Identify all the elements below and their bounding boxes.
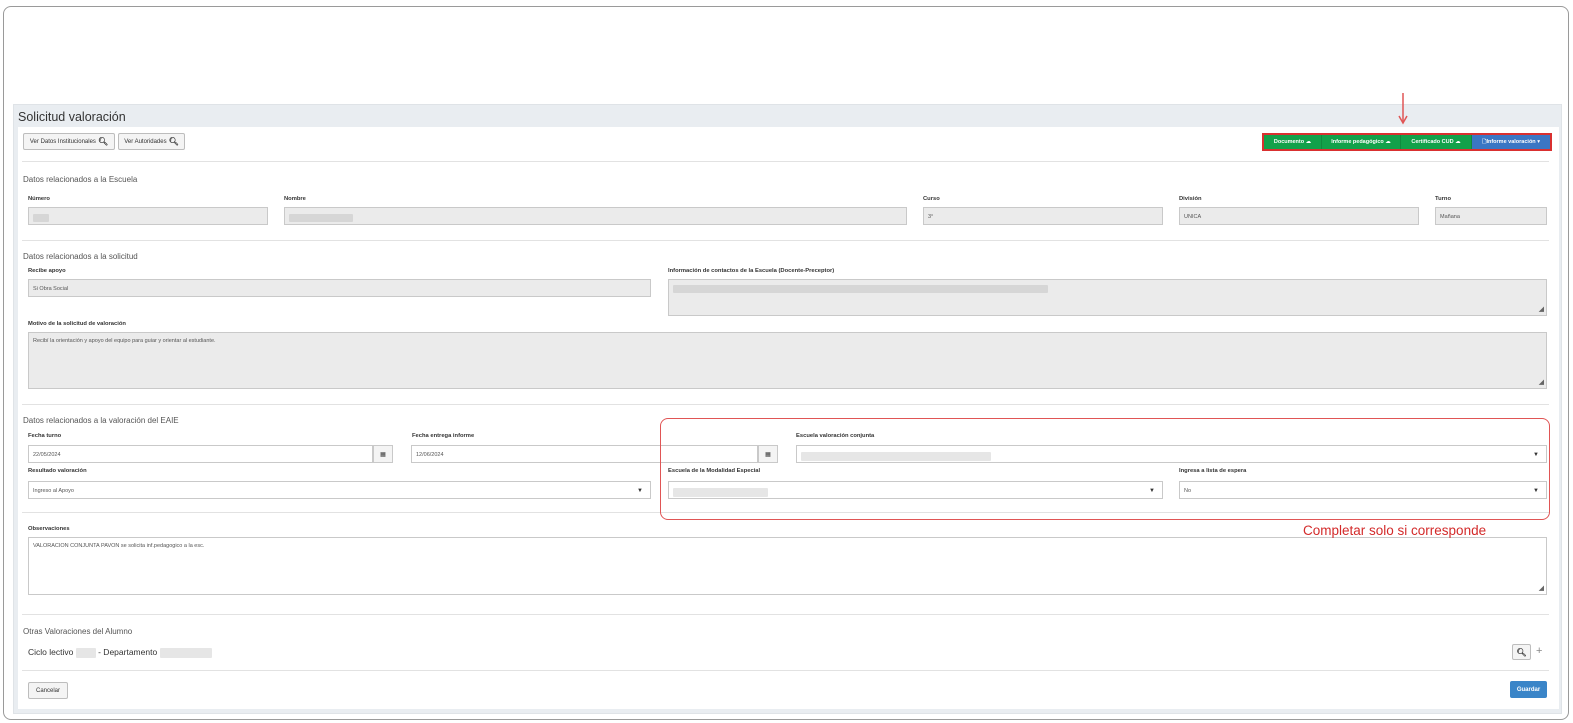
nombre-label: Nombre: [284, 196, 306, 202]
recibe-apoyo-label: Recibe apoyo: [28, 268, 66, 274]
curso-label: Curso: [923, 196, 940, 202]
divider: [22, 670, 1549, 671]
observaciones-textarea[interactable]: VALORACION CONJUNTA PAVON se solicita in…: [28, 537, 1547, 595]
cancelar-button[interactable]: Cancelar: [28, 682, 68, 699]
section-title-otras: Otras Valoraciones del Alumno: [23, 627, 133, 636]
numero-field[interactable]: [28, 207, 268, 225]
observaciones-label: Observaciones: [28, 526, 70, 532]
turno-field[interactable]: Mañana: [1435, 207, 1547, 225]
recibe-apoyo-field[interactable]: Si Obra Social: [28, 279, 651, 297]
section-title-escuela: Datos relacionados a la Escuela: [23, 175, 138, 184]
motivo-label: Motivo de la solicitud de valoración: [28, 321, 126, 327]
division-field[interactable]: UNICA: [1179, 207, 1419, 225]
cloud-upload-icon: ☁: [1455, 139, 1461, 145]
resultado-label: Resultado valoración: [28, 468, 87, 474]
annotation-text: Completar solo si corresponde: [1303, 523, 1487, 538]
down-arrow-annotation-icon: [1398, 93, 1408, 125]
ver-autoridades-button[interactable]: Ver Autoridades 🔍︎: [118, 133, 185, 150]
guardar-button[interactable]: Guardar: [1510, 681, 1547, 698]
fecha-entrega-label: Fecha entrega informe: [412, 433, 475, 439]
fecha-turno-label: Fecha turno: [28, 433, 62, 439]
redacted-value: [289, 214, 353, 222]
informacion-contactos-label: Información de contactos de la Escuela (…: [668, 268, 835, 274]
search-button[interactable]: 🔍︎: [1512, 644, 1531, 660]
cloud-upload-icon: ☁: [1385, 139, 1391, 145]
numero-label: Número: [28, 196, 50, 202]
search-icon: 🔍︎: [97, 137, 109, 146]
calendar-icon[interactable]: ▦: [373, 445, 393, 463]
expand-plus-icon[interactable]: +: [1536, 645, 1542, 657]
resize-handle-icon[interactable]: ◢: [1539, 585, 1544, 592]
resultado-select[interactable]: Ingreso al Apoyo ▼: [28, 481, 651, 499]
caret-down-icon: ▼: [637, 488, 643, 494]
resize-handle-icon[interactable]: ◢: [1539, 306, 1544, 313]
curso-field[interactable]: 3°: [923, 207, 1163, 225]
resultado-value: Ingreso al Apoyo: [33, 488, 74, 494]
divider: [22, 161, 1549, 162]
divider: [22, 404, 1549, 405]
redacted-value: [159, 647, 212, 658]
certificado-cud-label: Certificado CUD: [1411, 139, 1454, 145]
turno-label: Turno: [1435, 196, 1451, 202]
ciclo-lectivo-row: Ciclo lectivo - Departamento: [28, 647, 212, 658]
resize-handle-icon[interactable]: ◢: [1539, 379, 1544, 386]
redacted-value: [75, 647, 96, 658]
divider: [22, 614, 1549, 615]
observaciones-value: VALORACION CONJUNTA PAVON se solicita in…: [33, 543, 205, 549]
page-title: Solicitud valoración: [18, 110, 126, 124]
cloud-upload-icon: ☁: [1305, 139, 1312, 145]
ver-autoridades-label: Ver Autoridades: [124, 138, 167, 145]
redacted-value: [673, 285, 1048, 293]
motivo-value: Recibí la orientación y apoyo del equipo…: [33, 338, 216, 344]
redacted-value: [33, 214, 49, 222]
informe-valoracion-dropdown-button[interactable]: 🗋︎ Informe valoración ▾: [1472, 135, 1550, 149]
documento-label: Documento: [1273, 139, 1305, 145]
informe-pedagogico-button[interactable]: Informe pedagógico ☁: [1322, 135, 1401, 149]
motivo-textarea[interactable]: Recibí la orientación y apoyo del equipo…: [28, 332, 1547, 389]
section-title-valoracion: Datos relacionados a la valoración del E…: [23, 416, 179, 425]
search-icon: 🔍︎: [168, 137, 179, 146]
divider: [22, 240, 1549, 241]
documento-button[interactable]: Documento ☁: [1264, 135, 1322, 149]
ciclo-lectivo-label: Ciclo lectivo: [28, 647, 74, 657]
informacion-contactos-textarea[interactable]: ◢: [668, 279, 1547, 316]
nombre-field[interactable]: [284, 207, 907, 225]
informe-pedagogico-label: Informe pedagógico: [1331, 139, 1384, 145]
division-label: División: [1179, 196, 1202, 202]
highlight-box: [660, 418, 1550, 520]
informe-valoracion-label: Informe valoración: [1486, 139, 1536, 145]
fecha-turno-input[interactable]: 22/05/2024: [28, 445, 373, 463]
section-title-solicitud: Datos relacionados a la solicitud: [23, 252, 138, 261]
certificado-cud-button[interactable]: Certificado CUD ☁: [1401, 135, 1472, 149]
search-icon: 🔍︎: [1516, 647, 1527, 657]
departamento-label: - Departamento: [98, 647, 158, 657]
caret-down-icon: ▾: [1537, 139, 1540, 145]
ver-datos-institucionales-button[interactable]: Ver Datos Institucionales 🔍︎: [23, 133, 115, 150]
ver-datos-institucionales-label: Ver Datos Institucionales: [29, 138, 96, 145]
document-button-group: Documento ☁ Informe pedagógico ☁ Certifi…: [1262, 133, 1552, 151]
